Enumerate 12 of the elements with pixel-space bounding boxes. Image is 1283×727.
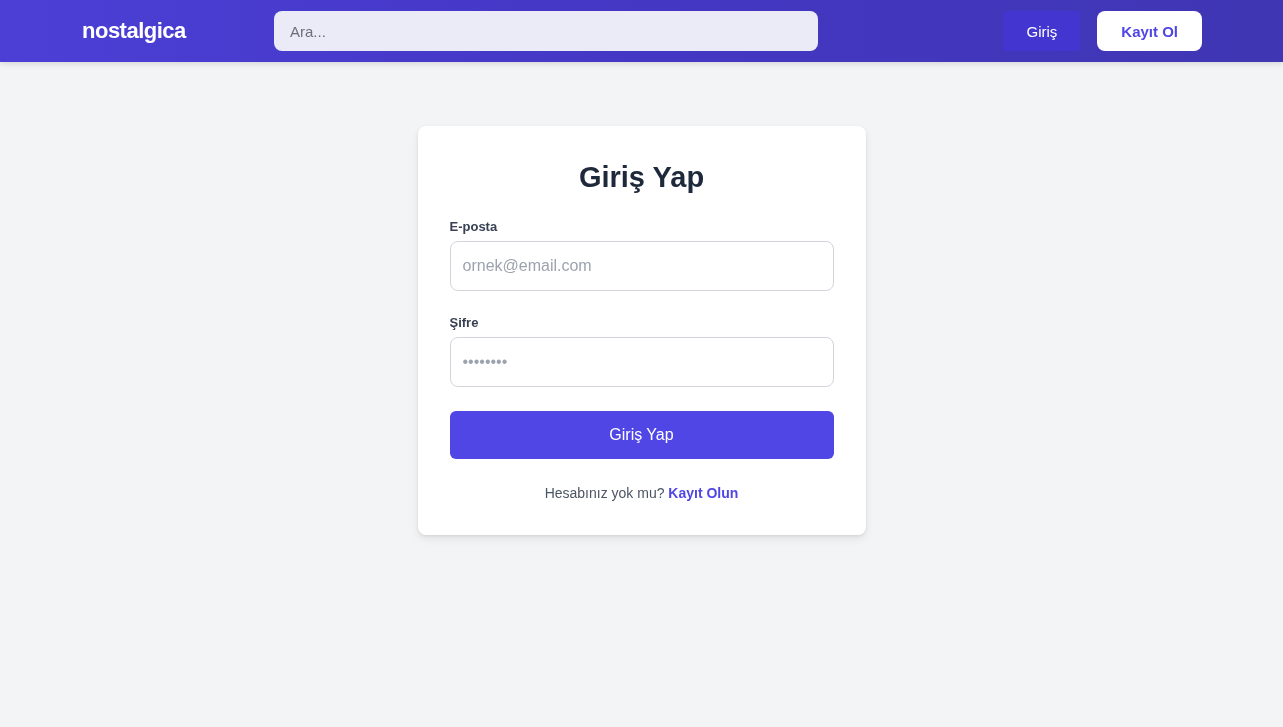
- signup-link[interactable]: Kayıt Olun: [668, 485, 739, 501]
- search-field[interactable]: Ara...: [274, 11, 818, 51]
- input-field[interactable]: ornek@email.com: [449, 241, 834, 291]
- submit-button[interactable]: Giriş Yap: [449, 411, 834, 459]
- input-field[interactable]: ••••••••: [449, 337, 834, 387]
- field-label: E-posta: [449, 219, 498, 235]
- register-button[interactable]: Kayıt Ol: [1097, 11, 1202, 51]
- field-label: Şifre: [449, 315, 479, 331]
- signup-prompt: Hesabınız yok mu? Kayıt Olun: [544, 484, 739, 502]
- form-title: Giriş Yap: [577, 160, 706, 195]
- logo[interactable]: nostalgica: [82, 18, 274, 44]
- login-button[interactable]: Giriş: [1003, 11, 1081, 51]
